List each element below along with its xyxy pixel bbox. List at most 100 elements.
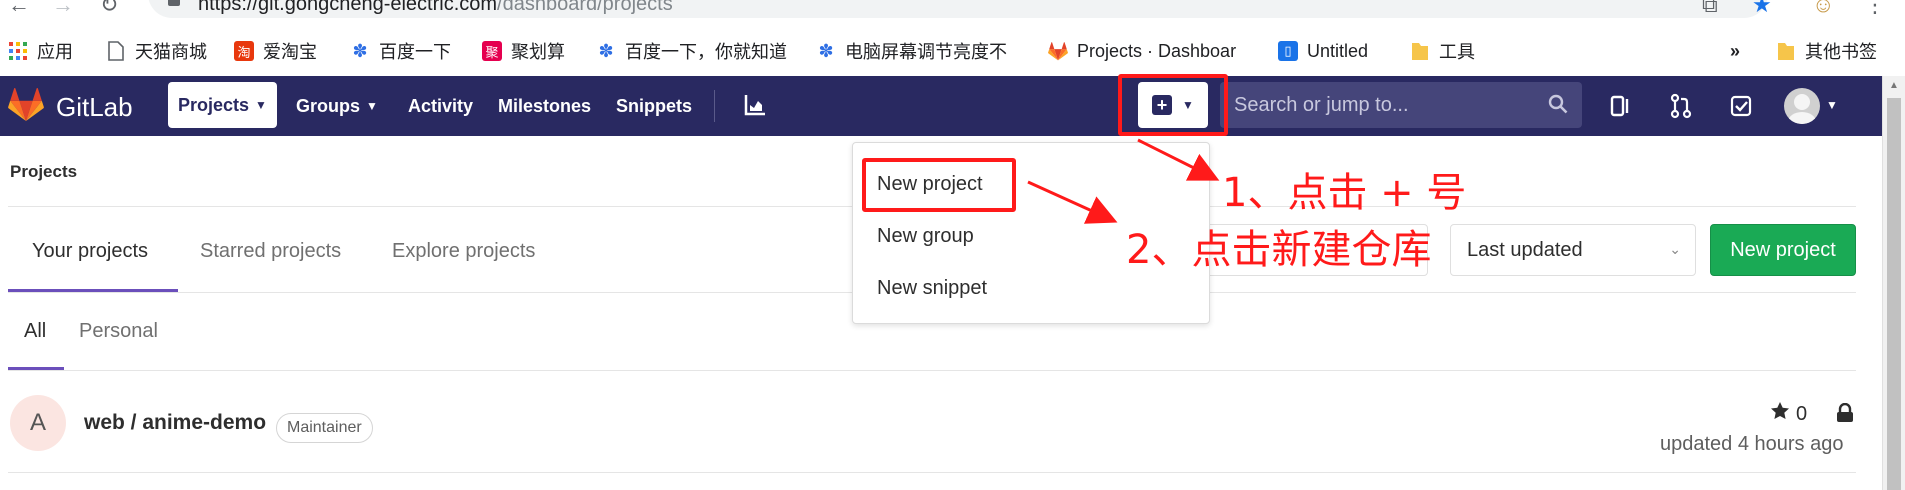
baidu-paw-icon: ✽ [818,40,834,61]
page-icon [106,41,126,61]
bookmark-baidu[interactable]: ✽ 百度一下 [350,38,451,64]
new-project-button[interactable]: New project [1710,224,1856,276]
apps-grid-icon [8,41,28,61]
sort-select[interactable]: Last updated ⌄ [1450,224,1696,276]
search-box[interactable] [1220,82,1582,128]
nav-activity[interactable]: Activity [398,88,483,124]
url-host: https://git.gongcheng-electric.com [198,0,498,15]
taobao-icon: 淘 [234,41,254,61]
translate-icon[interactable]: ⧉ [1702,0,1718,18]
todos-icon[interactable] [1728,93,1754,119]
reload-icon[interactable]: ↻ [100,0,118,18]
nav-milestones[interactable]: Milestones [488,88,601,124]
bookmarks-overflow[interactable]: » [1730,38,1740,64]
bookmark-label: 应用 [37,42,73,62]
chevron-down-icon[interactable]: ▼ [1826,98,1838,112]
bookmark-tools[interactable]: 工具 [1410,38,1475,64]
folder-icon [1776,41,1796,61]
page-scrollbar[interactable]: ▲ [1882,76,1905,490]
issues-icon[interactable] [1608,93,1634,119]
bookmark-label: 工具 [1439,42,1475,62]
subtab-all[interactable]: All [24,320,46,343]
project-avatar[interactable]: A [10,395,66,451]
bookmark-tmall[interactable]: 天猫商城 [106,38,207,64]
project-star-count[interactable]: 0 [1770,401,1807,427]
annotation-box-plus [1118,74,1228,136]
project-updated-time: updated 4 hours ago [1660,433,1844,455]
gitlab-logo[interactable]: GitLab [8,88,133,127]
menu-item-new-group[interactable]: New group [877,225,974,248]
scroll-up-arrow-icon[interactable]: ▲ [1889,80,1899,91]
nav-activity-label: Activity [408,95,474,116]
baidu-paw-icon: ✽ [352,40,368,61]
annotation-step1: 1、点击 + 号 [1222,170,1467,216]
project-name-link[interactable]: web / anime-demo [84,411,266,435]
juhuasuan-icon: 聚 [482,41,502,61]
bookmark-brightness[interactable]: ✽ 电脑屏幕调节亮度不 [816,38,1026,64]
bookmark-baidu-know[interactable]: ✽ 百度一下，你就知道 [596,38,787,64]
scroll-thumb[interactable] [1887,98,1901,490]
breadcrumb[interactable]: Projects [10,162,77,182]
url-path: /dashboard/projects [497,0,673,15]
back-arrow-icon[interactable]: ← [8,0,30,18]
bookmark-label: 百度一下，你就知道 [625,42,787,62]
browser-address-row: ← → ↻ https://git.gongcheng-electric.com… [0,0,1905,22]
lock-icon [168,0,180,6]
project-row[interactable]: A web / anime-demo Maintainer 0 updated … [8,371,1856,471]
bookmark-other[interactable]: 其他书签 [1776,38,1877,64]
bookmark-untitled[interactable]: ▯ Untitled [1278,38,1368,64]
bookmark-label: Projects · Dashboar [1077,40,1237,61]
chevron-down-icon: ▼ [255,98,267,112]
bookmark-label: 电脑屏幕调节亮度不 [845,42,1007,62]
browser-menu-icon[interactable]: ⋮ [1864,0,1886,18]
doc-icon: ▯ [1278,41,1298,61]
role-badge: Maintainer [276,413,373,443]
forward-arrow-icon[interactable]: → [52,0,74,18]
bookmark-apps[interactable]: 应用 [8,38,73,64]
bookmark-star-icon[interactable]: ★ [1752,0,1772,18]
bookmark-gitlab[interactable]: Projects · Dashboar [1048,38,1256,64]
star-count: 0 [1796,402,1808,425]
gitlab-icon [1048,41,1068,61]
chevron-down-icon: ▼ [366,99,378,113]
nav-projects-label: Projects [178,94,250,115]
analytics-chart-icon[interactable] [744,94,766,121]
bookmarks-bar: 应用 天猫商城 淘 爱淘宝 ✽ 百度一下 聚 聚划算 ✽ 百度一下，你就知道 ✽… [0,32,1905,68]
annotation-box-new-project [862,158,1016,212]
search-input[interactable] [1234,82,1534,128]
nav-projects[interactable]: Projects ▼ [168,82,277,128]
nav-snippets[interactable]: Snippets [606,88,702,124]
search-icon[interactable] [1548,94,1568,119]
gitlab-tanuki-icon [8,88,44,127]
bookmark-aitaobao[interactable]: 淘 爱淘宝 [234,38,317,64]
bookmark-label: 爱淘宝 [263,42,317,62]
tab-starred-projects[interactable]: Starred projects [200,240,341,263]
address-url[interactable]: https://git.gongcheng-electric.com/dashb… [198,0,673,16]
annotation-step2: 2、点击新建仓库 [1126,227,1432,273]
bookmark-juhuasuan[interactable]: 聚 聚划算 [482,38,565,64]
nav-snippets-label: Snippets [616,95,693,116]
bookmark-label: 聚划算 [511,42,565,62]
profile-icon[interactable]: ☺ [1812,0,1834,18]
baidu-paw-icon: ✽ [598,40,614,61]
divider [8,472,1856,473]
merge-requests-icon[interactable] [1668,93,1694,119]
subtab-personal[interactable]: Personal [79,320,158,343]
gitlab-logo-text: GitLab [56,92,133,122]
bookmark-label: 其他书签 [1805,42,1877,62]
overflow-chevron-icon: » [1730,40,1741,61]
user-avatar[interactable] [1784,88,1820,124]
nav-groups[interactable]: Groups ▼ [286,88,388,124]
chevron-down-icon: ⌄ [1669,241,1681,257]
nav-groups-label: Groups [296,95,361,116]
private-lock-icon [1836,402,1854,428]
menu-item-new-snippet[interactable]: New snippet [877,277,987,300]
nav-milestones-label: Milestones [498,95,592,116]
nav-separator [714,90,715,122]
tab-your-projects[interactable]: Your projects [32,240,148,263]
bookmark-label: Untitled [1307,40,1369,61]
bookmark-label: 百度一下 [379,42,451,62]
tab-explore-projects[interactable]: Explore projects [392,240,535,263]
sort-select-value: Last updated [1467,238,1583,261]
folder-icon [1410,41,1430,61]
